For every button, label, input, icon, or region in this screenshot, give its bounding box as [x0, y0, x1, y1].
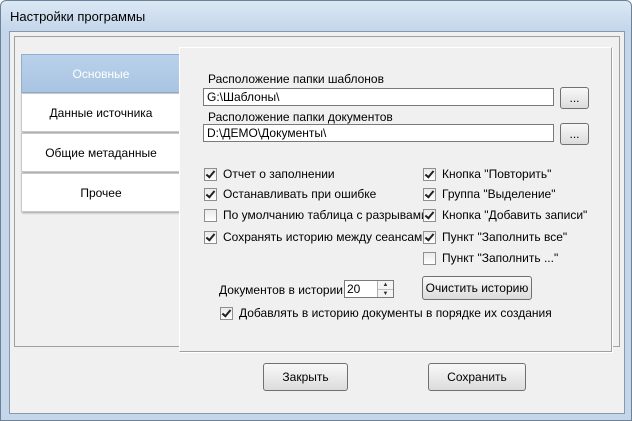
checkbox-box[interactable]: [423, 167, 436, 181]
documents-folder-input[interactable]: [203, 124, 554, 142]
tab-basic[interactable]: Основные: [21, 54, 181, 93]
tab-basic-label: Основные: [72, 66, 130, 81]
fill-all-item-checkbox[interactable]: Пункт "Заполнить все": [423, 230, 567, 244]
checkbox-box[interactable]: [204, 230, 217, 244]
checkbox-box[interactable]: [220, 306, 233, 320]
save-button-label: Сохранить: [447, 370, 507, 384]
checkbox-box[interactable]: [423, 208, 436, 222]
history-order-label: Добавлять в историю документы в порядке …: [239, 306, 552, 320]
spin-up-icon[interactable]: ▲: [378, 281, 393, 289]
repeat-button-checkbox[interactable]: Кнопка "Повторить": [423, 167, 551, 181]
stop-on-error-checkbox[interactable]: Останавливать при ошибке: [204, 187, 376, 201]
close-button-label: Закрыть: [282, 370, 329, 384]
history-count-label: Документов в истории: [219, 283, 344, 297]
window-title: Настройки программы: [10, 9, 146, 24]
fill-report-checkbox[interactable]: Отчет о заполнении: [204, 167, 335, 181]
repeat-button-label: Кнопка "Повторить": [442, 167, 552, 181]
history-count-input[interactable]: [345, 281, 379, 297]
checkbox-box[interactable]: [204, 167, 217, 181]
checkbox-box[interactable]: [204, 187, 217, 201]
checkbox-box[interactable]: [423, 187, 436, 201]
spin-down-icon[interactable]: ▼: [378, 289, 393, 297]
fill-ellipsis-item-checkbox[interactable]: Пункт "Заполнить ...": [423, 251, 558, 265]
tab-other-label: Прочее: [80, 185, 122, 200]
clear-history-label: Очистить историю: [425, 281, 529, 295]
spinner-buttons: ▲ ▼: [377, 281, 393, 297]
fill-all-item-label: Пункт "Заполнить все": [442, 230, 568, 244]
selection-group-checkbox[interactable]: Группа "Выделение": [423, 187, 555, 201]
tab-other[interactable]: Прочее: [21, 173, 180, 212]
add-records-button-checkbox[interactable]: Кнопка "Добавить записи": [423, 208, 587, 222]
save-history-checkbox[interactable]: Сохранять историю между сеансами: [204, 230, 429, 244]
templates-browse-button[interactable]: ...: [560, 87, 589, 109]
clear-history-button[interactable]: Очистить историю: [422, 276, 532, 300]
history-count-spinner[interactable]: ▲ ▼: [344, 280, 394, 298]
templates-folder-label: Расположение папки шаблонов: [208, 72, 384, 86]
tab-source-data-label: Данные источника: [49, 105, 153, 120]
close-button[interactable]: Закрыть: [263, 363, 348, 391]
checkbox-box[interactable]: [423, 251, 436, 265]
save-button[interactable]: Сохранить: [428, 363, 526, 391]
history-order-checkbox[interactable]: Добавлять в историю документы в порядке …: [220, 306, 552, 320]
checkbox-box[interactable]: [204, 208, 217, 222]
table-with-breaks-label: По умолчанию таблица с разрывами: [223, 208, 428, 222]
settings-window: Настройки программы Основные Данные исто…: [0, 0, 632, 421]
add-records-button-label: Кнопка "Добавить записи": [442, 208, 588, 222]
documents-browse-button[interactable]: ...: [560, 123, 589, 145]
tab-common-metadata[interactable]: Общие метаданные: [21, 133, 180, 172]
fill-ellipsis-item-label: Пункт "Заполнить ...": [442, 251, 559, 265]
documents-browse-label: ...: [569, 127, 580, 141]
tab-source-data[interactable]: Данные источника: [21, 93, 180, 132]
checkbox-box[interactable]: [423, 230, 436, 244]
save-history-label: Сохранять историю между сеансами: [223, 230, 429, 244]
title-bar[interactable]: Настройки программы: [1, 1, 631, 31]
fill-report-label: Отчет о заполнении: [223, 167, 335, 181]
templates-browse-label: ...: [569, 91, 580, 105]
tab-common-metadata-label: Общие метаданные: [45, 145, 157, 160]
table-with-breaks-checkbox[interactable]: По умолчанию таблица с разрывами: [204, 208, 428, 222]
selection-group-label: Группа "Выделение": [442, 187, 556, 201]
documents-folder-label: Расположение папки документов: [208, 110, 393, 124]
stop-on-error-label: Останавливать при ошибке: [223, 187, 377, 201]
templates-folder-input[interactable]: [203, 88, 554, 106]
